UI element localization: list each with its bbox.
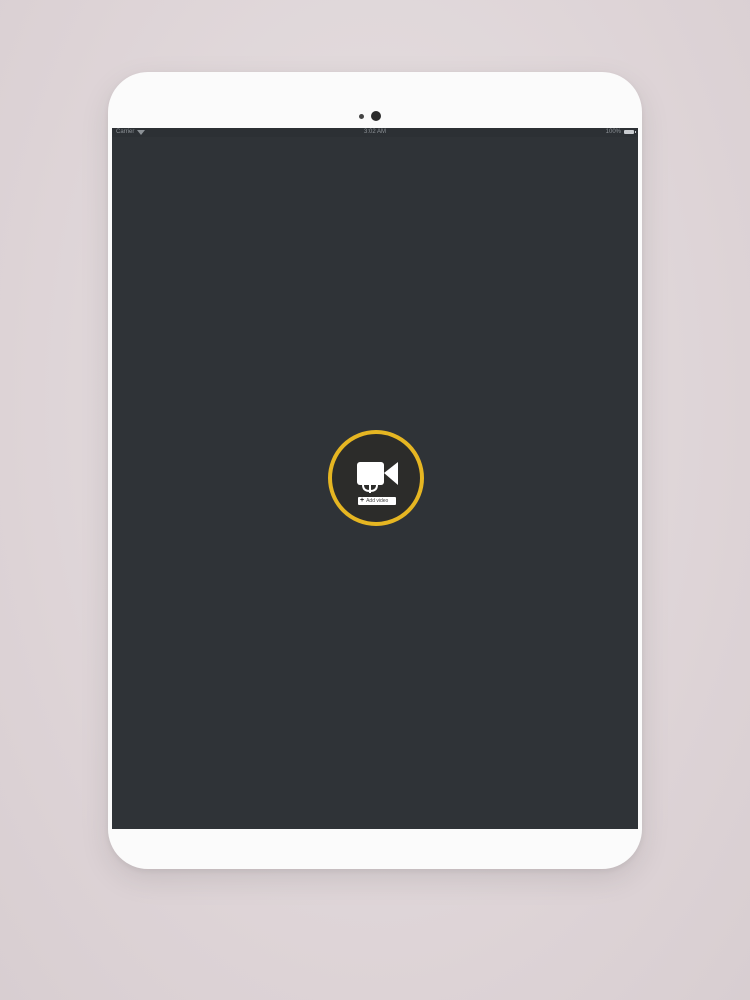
status-bar: Carrier 3:02 AM 100%	[112, 128, 638, 137]
proximity-sensor	[359, 114, 364, 119]
battery-group: 100%	[605, 129, 636, 135]
tablet-frame: Carrier 3:02 AM 100% + Add video	[108, 72, 642, 869]
add-video-label: Add video	[366, 498, 389, 504]
battery-percent: 100%	[605, 129, 621, 135]
front-camera-icon	[371, 111, 381, 121]
add-video-button[interactable]: + Add video	[328, 430, 424, 526]
video-camera-icon	[357, 462, 398, 493]
plus-icon: +	[360, 497, 365, 504]
battery-icon	[624, 130, 636, 134]
status-time: 3:02 AM	[363, 129, 386, 135]
add-video-badge: + Add video	[358, 497, 396, 505]
app-screen: Carrier 3:02 AM 100% + Add video	[112, 128, 638, 829]
